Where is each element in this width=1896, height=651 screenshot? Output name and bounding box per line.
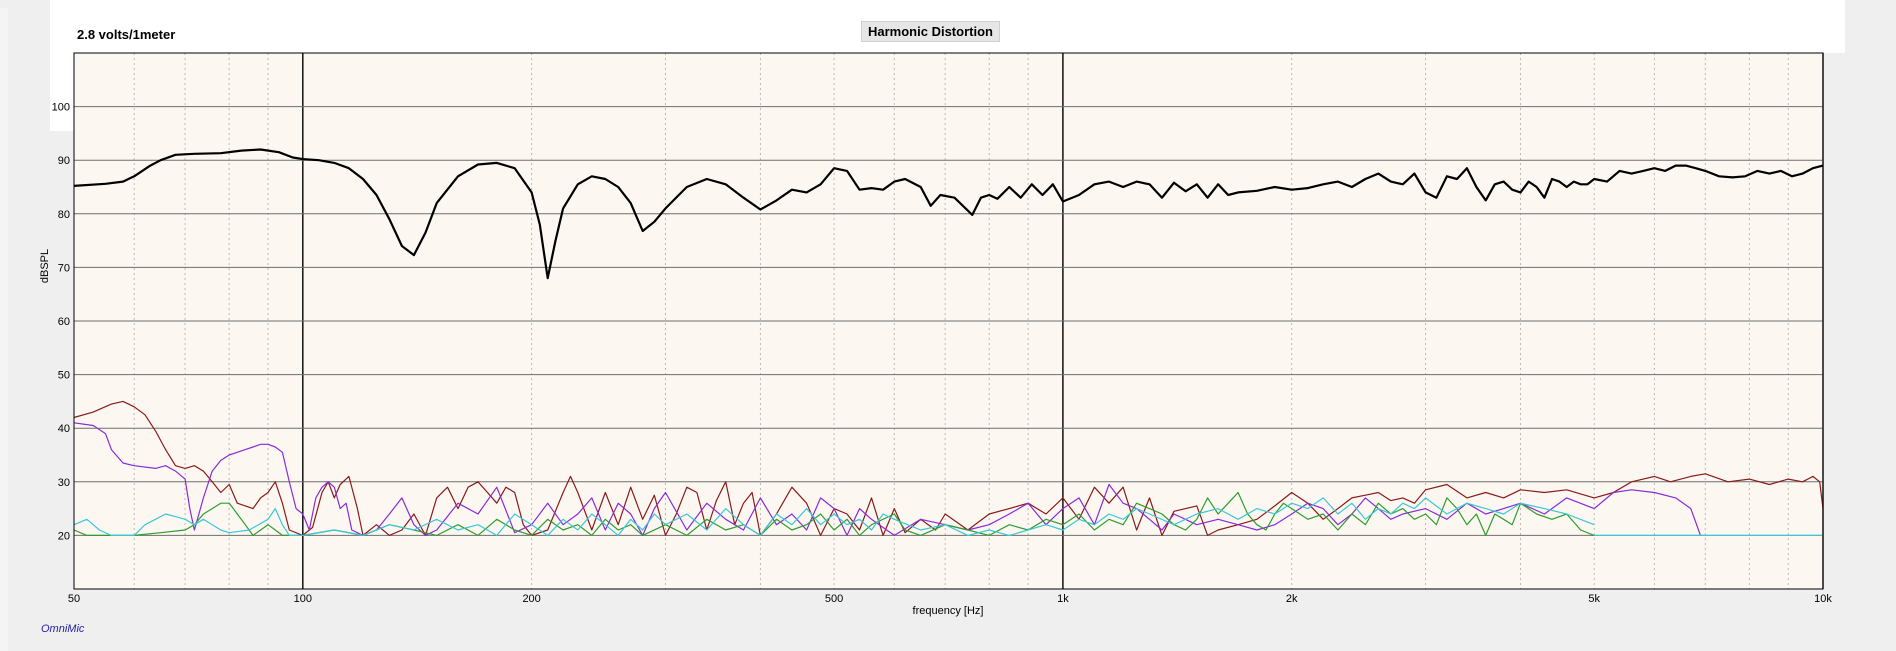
x-tick-label: 500 xyxy=(825,593,843,605)
y-tick-label: 100 xyxy=(52,102,70,114)
x-tick-label: 2k xyxy=(1286,593,1298,605)
x-tick-label: 200 xyxy=(522,593,540,605)
y-tick-label: 40 xyxy=(58,423,70,435)
x-tick-label: 1k xyxy=(1057,593,1069,605)
y-tick-label: 60 xyxy=(58,316,70,328)
x-tick-label: 100 xyxy=(294,593,312,605)
x-tick-label: 50 xyxy=(68,593,80,605)
y-tick-label: 90 xyxy=(58,155,70,167)
measurement-condition-label: 2.8 volts/1meter xyxy=(77,27,176,42)
y-tick-label: 80 xyxy=(58,209,70,221)
chart: 50 100 200 500 1k 2k 5k 10k2030405060708090100 … xyxy=(39,52,1832,617)
y-tick-label: 20 xyxy=(58,530,70,542)
x-axis-label: frequency [Hz] xyxy=(913,605,984,617)
brand-label: OmniMic xyxy=(41,623,85,635)
y-tick-label: 70 xyxy=(58,262,70,274)
chart-title: Harmonic Distortion xyxy=(861,21,1000,42)
x-tick-label: 10k xyxy=(1814,593,1832,605)
y-tick-label: 30 xyxy=(58,477,70,489)
x-tick-label: 5k xyxy=(1588,593,1600,605)
y-axis-label: dBSPL xyxy=(39,249,51,283)
y-tick-label: 50 xyxy=(58,370,70,382)
